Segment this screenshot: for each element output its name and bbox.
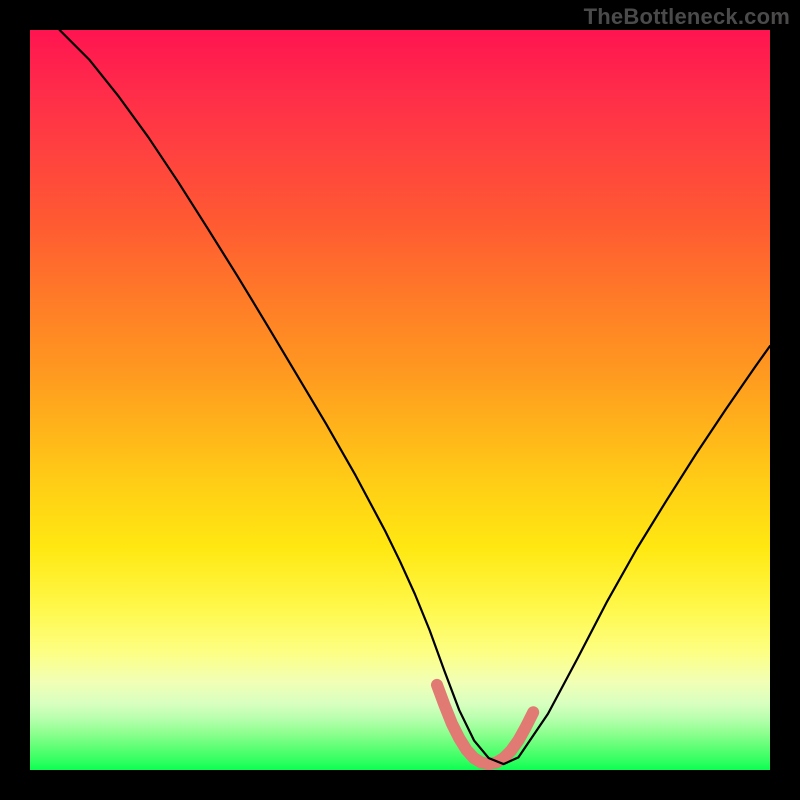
watermark-text: TheBottleneck.com bbox=[584, 4, 790, 30]
bottleneck-curve bbox=[60, 30, 770, 764]
curve-layer bbox=[30, 30, 770, 770]
chart-frame: TheBottleneck.com bbox=[0, 0, 800, 800]
plot-area bbox=[30, 30, 770, 770]
